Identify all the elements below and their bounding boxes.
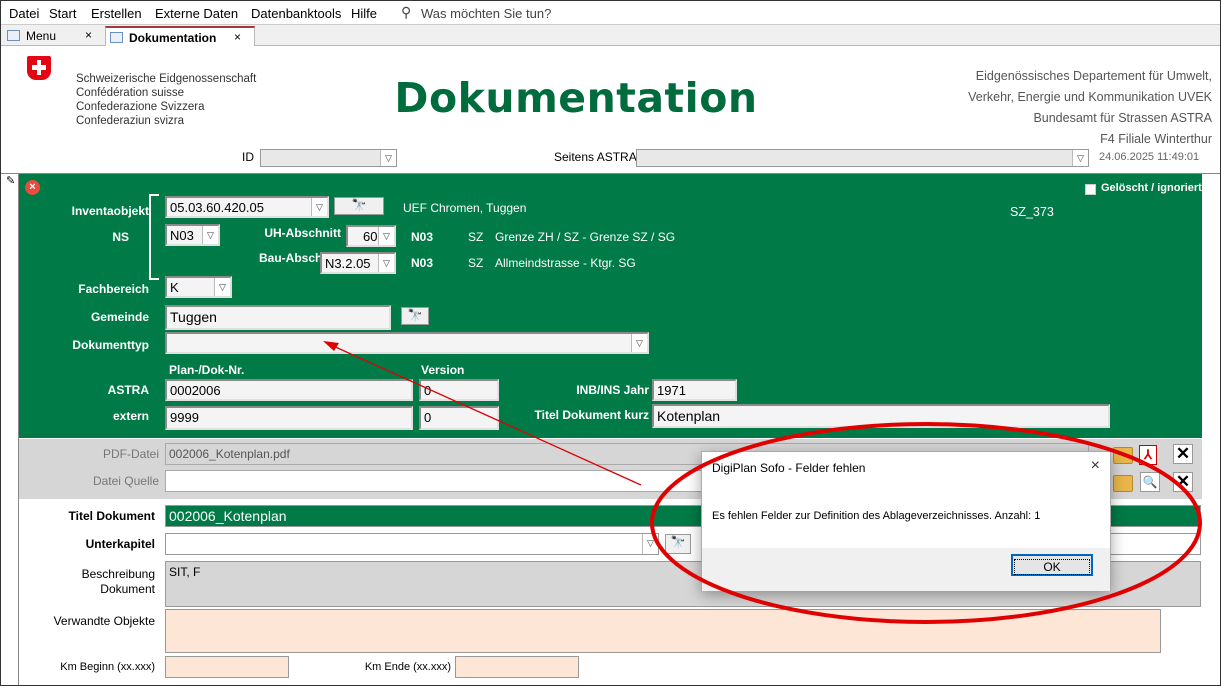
arrow-head <box>323 341 339 351</box>
annotation-overlay <box>323 341 1202 624</box>
annotation-ellipse <box>650 422 1202 624</box>
annotation-arrow <box>330 344 642 486</box>
access-window: Datei Start Erstellen Externe Daten Date… <box>0 0 1221 686</box>
